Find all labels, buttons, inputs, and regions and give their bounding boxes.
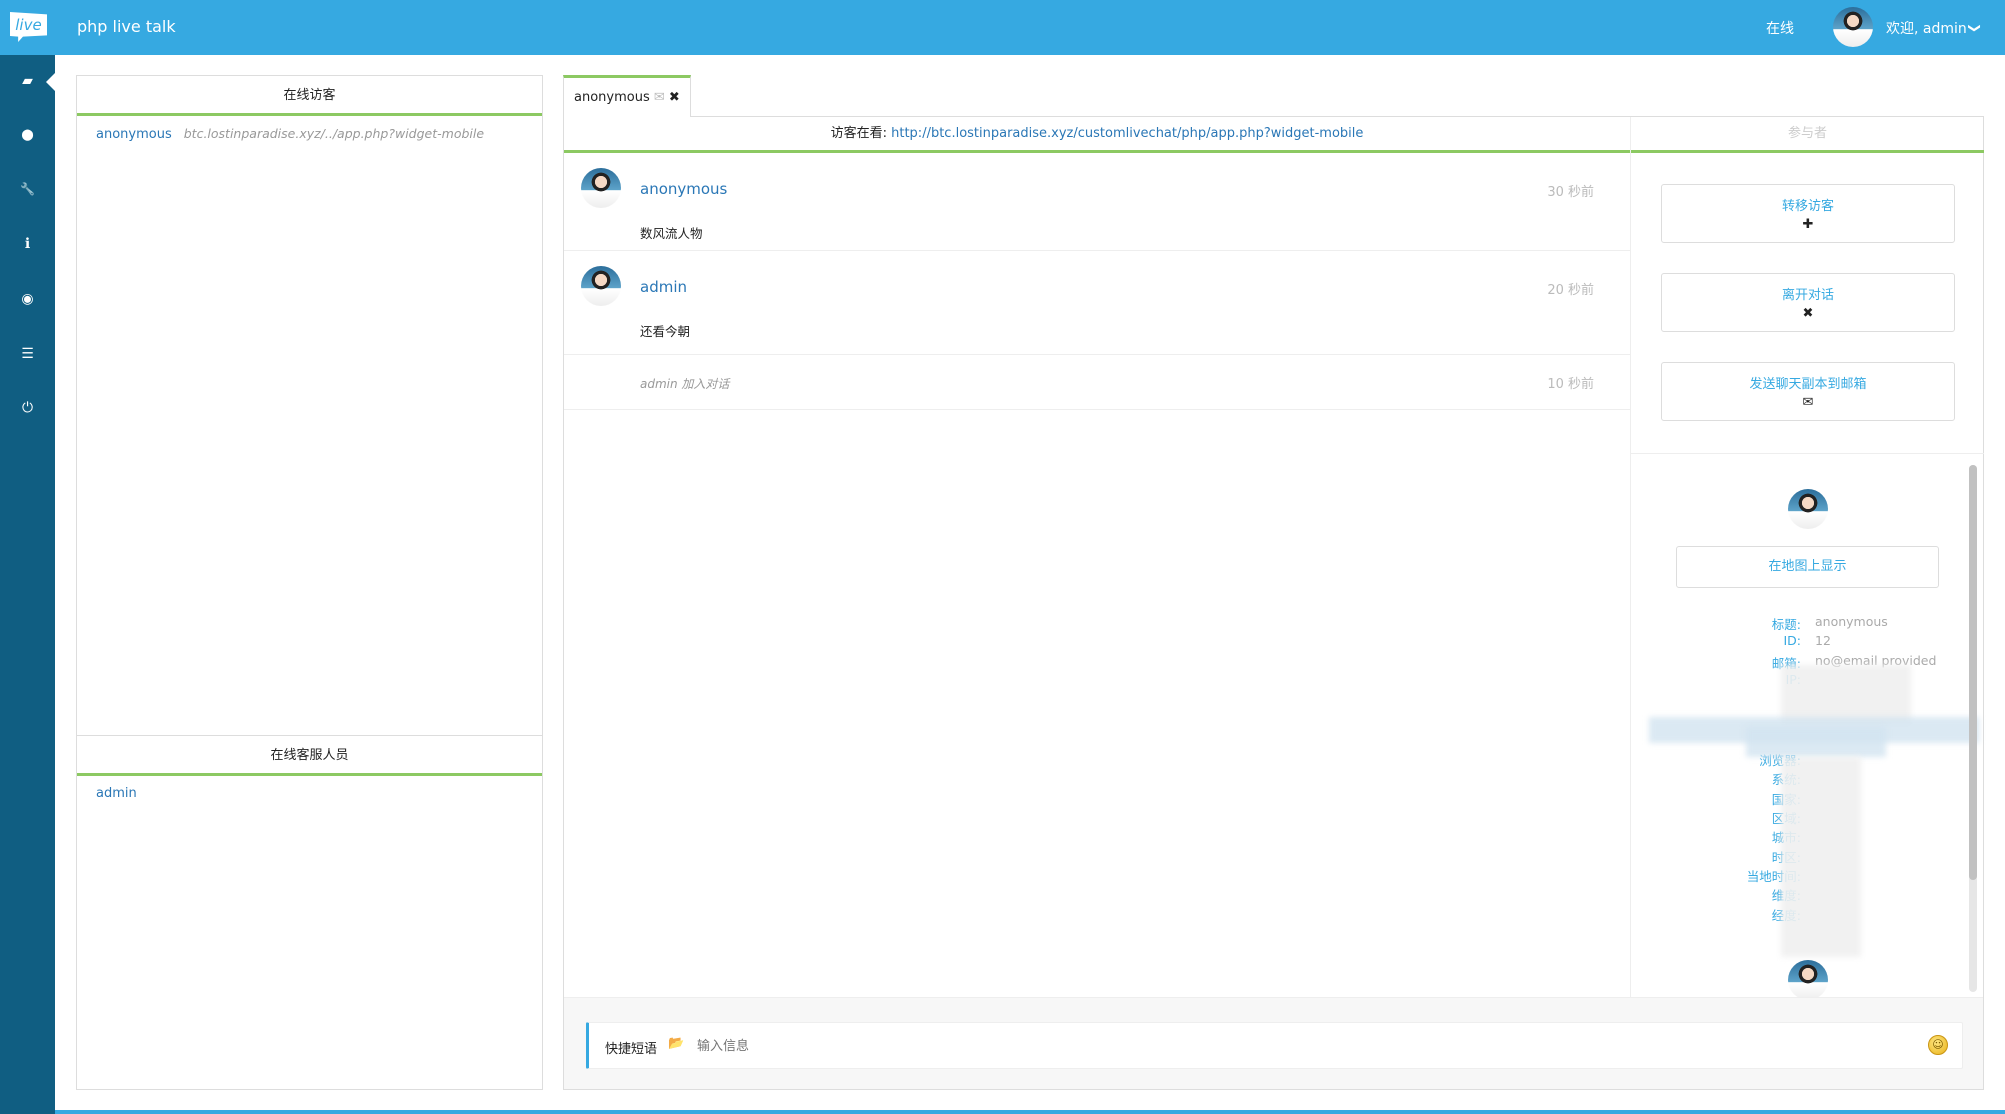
composer-area: 快捷短语 📂 ☺ bbox=[564, 997, 1983, 1089]
visitor-viewing-bar: 访客在看: http://btc.lostinparadise.xyz/cust… bbox=[564, 117, 1630, 153]
button-label: 转移访客 bbox=[1781, 199, 1834, 214]
message-item: admin 20 秒前 还看今朝 bbox=[564, 251, 1630, 355]
visitor-name[interactable]: anonymous bbox=[96, 127, 172, 142]
tab-anonymous[interactable]: anonymous ✉ ✖ bbox=[563, 75, 691, 117]
system-message-text: admin 加入对话 bbox=[640, 377, 730, 391]
message-text: 还看今朝 bbox=[640, 324, 691, 339]
logo-text: live bbox=[15, 16, 42, 34]
sidebar-nav: ▰ ⬤ 🔧 ℹ ◉ ☰ ⏻ bbox=[0, 55, 56, 1114]
map-marker-icon[interactable]: ⬤ bbox=[0, 128, 55, 141]
info-row: 标题: anonymous bbox=[1771, 614, 1888, 632]
scrollbar[interactable] bbox=[1969, 465, 1977, 992]
message-list: anonymous 30 秒前 数风流人物 admin 20 秒前 还看今朝 a… bbox=[564, 153, 1630, 410]
online-status[interactable]: 在线 bbox=[1766, 18, 1794, 38]
list-icon[interactable]: ☰ bbox=[0, 346, 55, 362]
info-icon[interactable]: ℹ bbox=[0, 236, 55, 252]
left-panel: 在线访客 anonymous btc.lostinparadise.xyz/../… bbox=[76, 75, 543, 1090]
button-label: 发送聊天副本到邮箱 bbox=[1749, 377, 1867, 392]
message-author[interactable]: admin bbox=[640, 278, 687, 296]
quick-phrases-button[interactable]: 快捷短语 bbox=[605, 1038, 657, 1057]
operator-name[interactable]: admin bbox=[96, 786, 137, 801]
app-logo[interactable]: live bbox=[10, 12, 47, 42]
visitor-item[interactable]: anonymous btc.lostinparadise.xyz/../app.p… bbox=[77, 116, 542, 152]
power-icon[interactable]: ⏻ bbox=[0, 400, 55, 416]
message-time: 20 秒前 bbox=[1547, 283, 1594, 298]
close-icon[interactable]: ✖ bbox=[669, 90, 680, 105]
visitor-viewing-url[interactable]: http://btc.lostinparadise.xyz/customlive… bbox=[891, 126, 1363, 141]
transfer-visitor-button[interactable]: 转移访客 ✚ bbox=[1661, 184, 1955, 243]
redacted-region bbox=[1746, 727, 1886, 757]
user-avatar[interactable] bbox=[1833, 7, 1873, 47]
info-row: ID: 12 bbox=[1783, 633, 1831, 649]
avatar bbox=[581, 168, 621, 208]
message-input[interactable] bbox=[697, 1031, 1897, 1061]
eye-icon[interactable]: ◉ bbox=[0, 291, 55, 307]
redacted-region bbox=[1781, 665, 1911, 725]
message-composer: 快捷短语 📂 ☺ bbox=[586, 1022, 1963, 1069]
wrench-icon[interactable]: 🔧 bbox=[0, 182, 55, 196]
mail-icon: ✉ bbox=[653, 90, 665, 105]
welcome-user-menu[interactable]: 欢迎, admin bbox=[1886, 18, 1967, 38]
chevron-down-icon[interactable]: ❯ bbox=[1968, 23, 1982, 33]
visitors-title: 在线访客 bbox=[77, 76, 542, 116]
message-time: 30 秒前 bbox=[1547, 185, 1594, 200]
close-icon: ✖ bbox=[1802, 306, 1814, 321]
app-title: php live talk bbox=[77, 17, 176, 36]
visitor-url: btc.lostinparadise.xyz/../app.php?widget… bbox=[183, 126, 485, 141]
operators-section: 在线客服人员 admin bbox=[77, 735, 542, 811]
operators-title: 在线客服人员 bbox=[77, 736, 542, 776]
participants-title: 参与者 bbox=[1631, 117, 1984, 153]
message-author[interactable]: anonymous bbox=[640, 180, 727, 198]
show-on-map-button[interactable]: 在地图上显示 bbox=[1676, 546, 1939, 588]
button-label: 离开对话 bbox=[1781, 288, 1834, 303]
chat-icon[interactable]: ▰ bbox=[0, 73, 55, 89]
visitor-viewing-label: 访客在看: bbox=[830, 126, 892, 141]
divider bbox=[1631, 453, 1984, 454]
scrollbar-thumb[interactable] bbox=[1969, 465, 1977, 880]
folder-icon[interactable]: 📂 bbox=[668, 1036, 684, 1051]
system-message: admin 加入对话 10 秒前 bbox=[564, 355, 1630, 410]
participant-avatar bbox=[1788, 489, 1828, 529]
avatar bbox=[581, 266, 621, 306]
envelope-icon: ✉ bbox=[1802, 395, 1814, 410]
message-text: 数风流人物 bbox=[640, 226, 703, 241]
emoji-icon[interactable]: ☺ bbox=[1928, 1035, 1948, 1055]
top-header: live php live talk 在线 欢迎, admin ❯ bbox=[0, 0, 2005, 55]
email-transcript-button[interactable]: 发送聊天副本到邮箱 ✉ bbox=[1661, 362, 1955, 421]
participant-avatar bbox=[1788, 960, 1828, 1000]
message-item: anonymous 30 秒前 数风流人物 bbox=[564, 153, 1630, 251]
chat-panel: 访客在看: http://btc.lostinparadise.xyz/cust… bbox=[563, 116, 1984, 1090]
plus-icon: ✚ bbox=[1802, 217, 1814, 232]
message-time: 10 秒前 bbox=[1547, 377, 1594, 392]
leave-chat-button[interactable]: 离开对话 ✖ bbox=[1661, 273, 1955, 332]
redacted-region bbox=[1781, 757, 1861, 957]
participants-column: 参与者 转移访客 ✚ 离开对话 ✖ 发送聊天副本到邮箱 ✉ 在地图上显示 标题: ano… bbox=[1630, 117, 1984, 1000]
operator-item[interactable]: admin bbox=[77, 776, 542, 811]
tab-label: anonymous bbox=[574, 90, 650, 105]
bottom-accent-line bbox=[55, 1110, 2005, 1114]
